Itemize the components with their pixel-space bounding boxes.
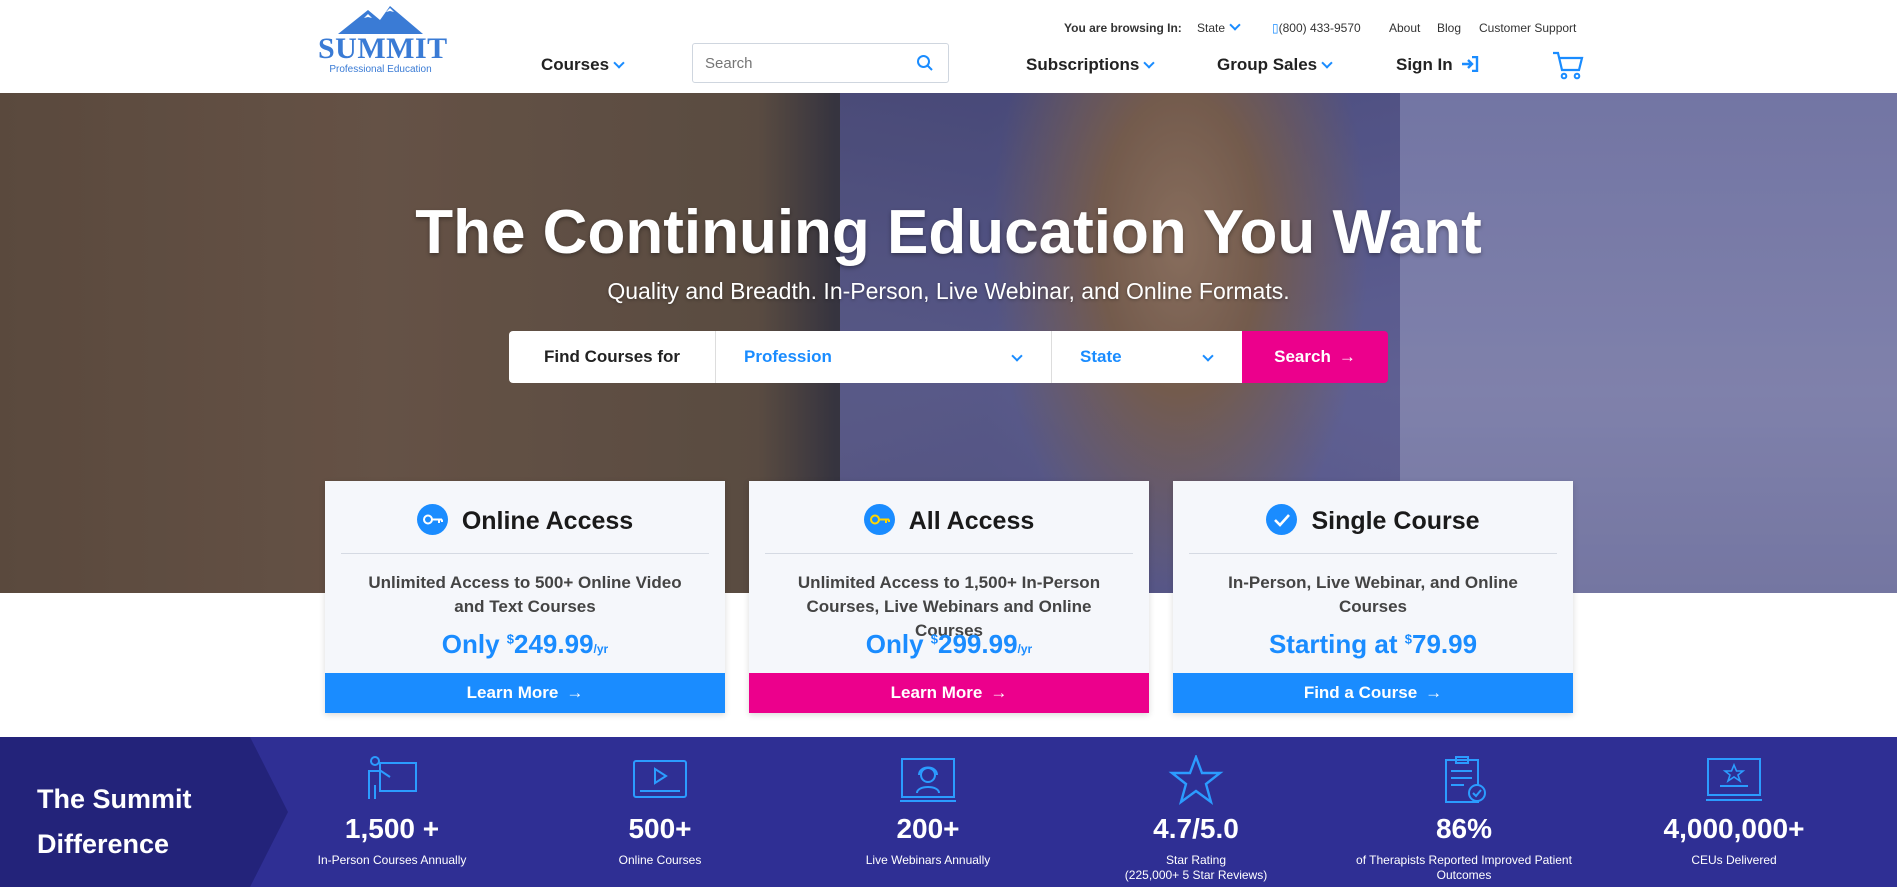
card-all-access: All Access Unlimited Access to 1,500+ In… bbox=[749, 481, 1149, 713]
blog-link[interactable]: Blog bbox=[1437, 21, 1461, 35]
stat-online: 500+ Online Courses bbox=[530, 755, 790, 868]
arrow-right-icon: → bbox=[1425, 683, 1443, 702]
card-price: Only $249.99/yr bbox=[441, 629, 609, 659]
summit-logo[interactable]: SUMMIT Professional Education bbox=[318, 6, 448, 78]
nav-subscriptions[interactable]: Subscriptions bbox=[1026, 55, 1156, 75]
chevron-down-icon bbox=[1321, 57, 1333, 69]
summit-difference-band: The Summit Difference 1,500 + In-Person C… bbox=[0, 737, 1897, 887]
header-search[interactable] bbox=[692, 43, 949, 83]
browsing-label: You are browsing In: bbox=[1064, 21, 1182, 35]
card-price: Only $299.99/yr bbox=[865, 629, 1033, 659]
chevron-down-icon bbox=[1143, 57, 1156, 69]
card-title: Online Access bbox=[461, 507, 634, 535]
chevron-down-icon bbox=[613, 57, 625, 69]
star-icon bbox=[1168, 755, 1224, 805]
mountain-logo-icon bbox=[338, 6, 423, 34]
arrow-right-icon: → bbox=[566, 683, 584, 702]
finder-label: Find Courses for bbox=[509, 331, 715, 383]
about-link[interactable]: About bbox=[1389, 21, 1420, 35]
nav-group-sales[interactable]: Group Sales bbox=[1217, 55, 1333, 75]
state-select[interactable]: State bbox=[1051, 331, 1242, 383]
video-player-icon bbox=[633, 760, 687, 798]
card-description: In-Person, Live Webinar, and Online Cour… bbox=[1228, 573, 1518, 616]
learn-more-button[interactable]: Learn More → bbox=[325, 673, 725, 713]
learn-more-button[interactable]: Learn More → bbox=[749, 673, 1149, 713]
sign-in-link[interactable]: Sign In bbox=[1396, 55, 1479, 75]
clipboard-check-icon bbox=[1445, 756, 1486, 803]
certificate-icon bbox=[1706, 758, 1762, 801]
hero-title: The Continuing Education You Want bbox=[415, 198, 1482, 267]
band-title: The Summit Difference bbox=[37, 784, 192, 859]
stat-in-person: 1,500 + In-Person Courses Annually bbox=[262, 755, 522, 868]
site-header: SUMMIT Professional Education You are br… bbox=[0, 0, 1897, 93]
stat-ceus: 4,000,000+ CEUs Delivered bbox=[1604, 755, 1864, 868]
card-price: Starting at $79.99 bbox=[1268, 629, 1478, 659]
stat-rating: 4.7/5.0 Star Rating (225,000+ 5 Star Revi… bbox=[1066, 755, 1326, 883]
phone-icon: ▯ bbox=[1272, 21, 1279, 35]
logo-wordmark: SUMMIT bbox=[318, 32, 448, 65]
card-description: Unlimited Access to 500+ Online Video an… bbox=[368, 573, 682, 616]
hero-subtitle: Quality and Breadth. In-Person, Live Web… bbox=[607, 278, 1290, 304]
customer-support-link[interactable]: Customer Support bbox=[1479, 21, 1576, 35]
chevron-down-icon bbox=[1202, 350, 1214, 362]
search-input[interactable] bbox=[705, 53, 905, 73]
find-a-course-button[interactable]: Find a Course → bbox=[1173, 673, 1573, 713]
key-icon bbox=[416, 504, 448, 535]
card-title: All Access bbox=[908, 507, 1035, 535]
arrow-right-icon: → bbox=[990, 683, 1008, 702]
webinar-headset-icon bbox=[900, 758, 956, 802]
search-icon[interactable] bbox=[916, 54, 934, 72]
phone-link[interactable]: ▯(800) 433-9570 bbox=[1272, 21, 1361, 35]
stat-outcomes: 86% of Therapists Reported Improved Pati… bbox=[1334, 755, 1594, 883]
finder-search-button[interactable]: Search → bbox=[1242, 331, 1388, 383]
arrow-right-icon: → bbox=[1338, 347, 1356, 366]
card-single-course: Single Course In-Person, Live Webinar, a… bbox=[1173, 481, 1573, 713]
chevron-down-icon bbox=[1229, 19, 1241, 31]
presenter-icon bbox=[368, 756, 417, 799]
card-title: Single Course bbox=[1311, 507, 1480, 535]
profession-select[interactable]: Profession bbox=[715, 331, 1051, 383]
cart-icon[interactable] bbox=[1552, 50, 1584, 80]
sign-in-icon bbox=[1462, 55, 1479, 73]
key-icon bbox=[863, 504, 895, 535]
stat-webinars: 200+ Live Webinars Annually bbox=[798, 755, 1058, 868]
nav-courses[interactable]: Courses bbox=[541, 55, 625, 75]
state-dropdown[interactable]: State bbox=[1197, 19, 1241, 35]
card-online-access: Online Access Unlimited Access to 500+ O… bbox=[325, 481, 725, 713]
chevron-down-icon bbox=[1011, 350, 1023, 362]
logo-subtitle: Professional Education bbox=[329, 64, 432, 75]
checkmark-icon bbox=[1266, 504, 1298, 535]
